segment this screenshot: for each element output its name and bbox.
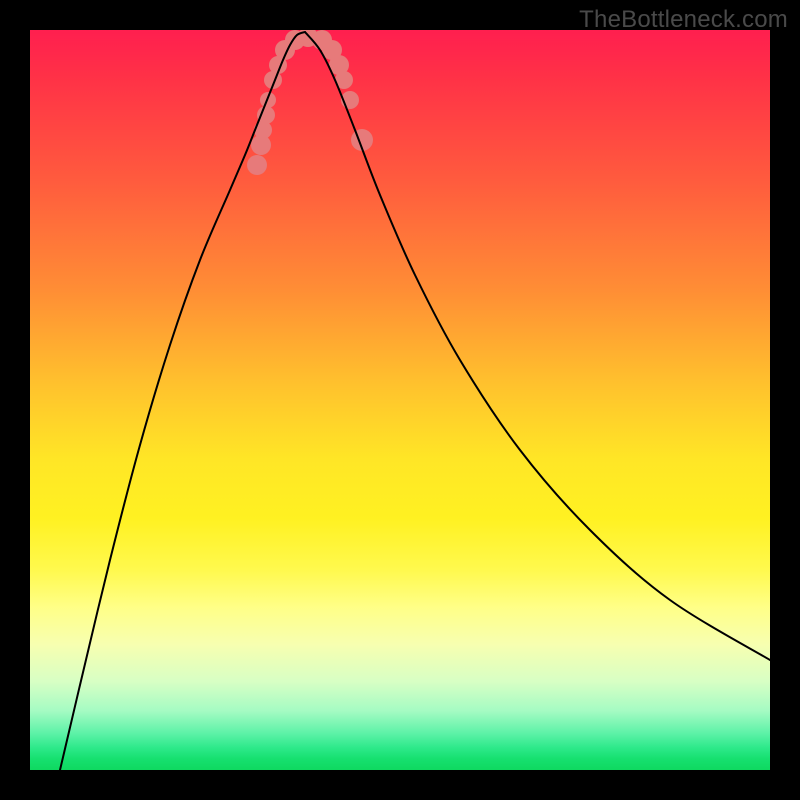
chart-frame: TheBottleneck.com [0, 0, 800, 800]
right-curve [305, 32, 770, 660]
chart-svg [30, 30, 770, 770]
data-marker [257, 106, 275, 124]
data-marker [247, 155, 267, 175]
plot-area [30, 30, 770, 770]
